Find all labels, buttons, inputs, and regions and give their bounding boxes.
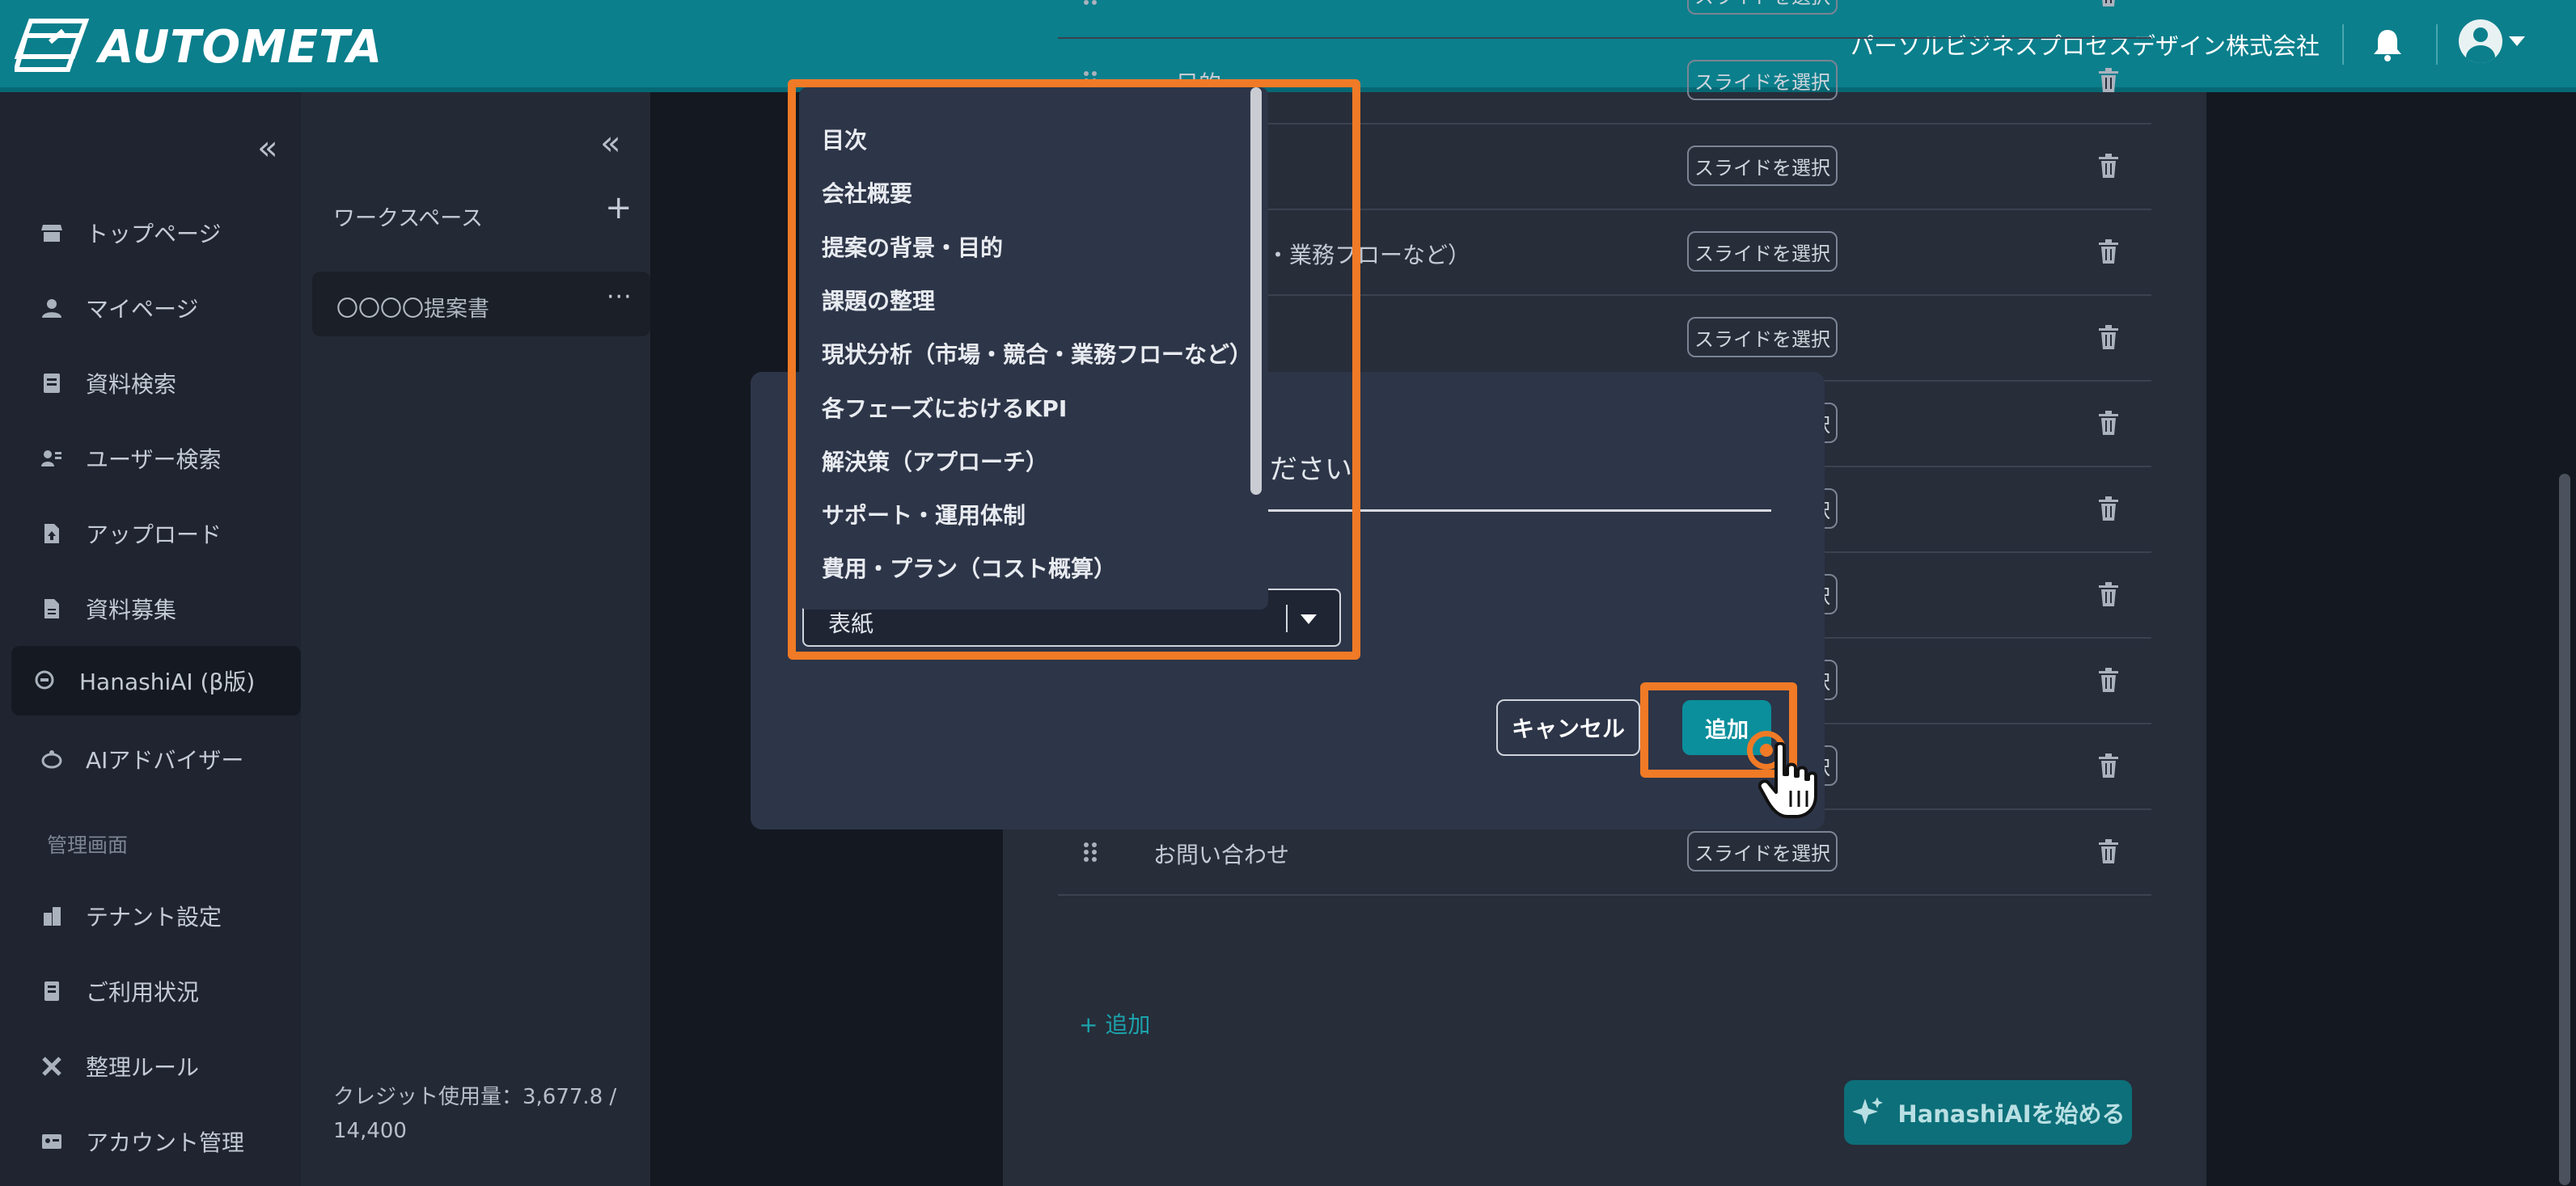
trash-icon[interactable]: [2098, 325, 2119, 349]
collapse-sidebar-icon[interactable]: «: [257, 128, 278, 167]
drag-handle-icon[interactable]: [1082, 0, 1098, 6]
select-slide-button[interactable]: スライドを選択: [1687, 231, 1838, 272]
page-scrollbar[interactable]: [2559, 474, 2570, 1185]
chevron-down-icon: [2509, 36, 2525, 46]
id-card-icon: [39, 1129, 65, 1154]
trash-icon[interactable]: [2098, 68, 2119, 92]
workspace-item-label: 〇〇〇〇提案書: [336, 297, 489, 322]
sidebar-item-document-search[interactable]: 資料検索: [11, 348, 301, 418]
account-menu-button[interactable]: [2459, 19, 2525, 63]
trash-icon[interactable]: [2098, 496, 2119, 521]
select-slide-button[interactable]: スライドを選択: [1687, 0, 1838, 15]
sidebar-item-document-request[interactable]: 資料募集: [11, 574, 301, 644]
trash-icon[interactable]: [2098, 411, 2119, 435]
select-slide-button[interactable]: スライドを選択: [1687, 146, 1838, 186]
admin-section-label: 管理画面: [47, 834, 129, 857]
sidebar-item-label: トップページ: [86, 221, 222, 247]
start-hanashiai-button[interactable]: HanashiAIを始める: [1844, 1080, 2132, 1145]
select-slide-button[interactable]: スライドを選択: [1687, 831, 1838, 872]
sidebar-item-label: HanashiAI (β版): [79, 669, 256, 695]
sidebar-item-usage[interactable]: ご利用状況: [11, 956, 301, 1026]
sidebar-item-upload[interactable]: アップロード: [11, 499, 301, 568]
sidebar-item-label: AIアドバイザー: [86, 747, 244, 774]
drag-handle-icon[interactable]: [1082, 841, 1098, 863]
sidebar-item-hanashiai[interactable]: HanashiAI (β版): [11, 646, 301, 715]
sidebar-item-label: 資料募集: [86, 597, 177, 623]
file-icon: [39, 596, 65, 622]
sidebar-item-user-search[interactable]: ユーザー検索: [11, 424, 301, 493]
sidebar-item-label: マイページ: [86, 296, 199, 323]
sidebar-item-label: アカウント管理: [86, 1129, 245, 1156]
upload-file-icon: [39, 521, 65, 547]
credit-usage: クレジット使用量：3,677.8 / 14,400: [333, 1085, 617, 1143]
autometa-logo-icon: [15, 19, 89, 72]
brand-name: AUTOMETA: [99, 20, 383, 74]
app-logo[interactable]: AUTOMETA: [15, 18, 383, 76]
sidebar-item-label: ユーザー検索: [86, 446, 222, 473]
user-search-icon: [39, 445, 65, 471]
document-search-icon: [39, 370, 65, 396]
trash-icon[interactable]: [2098, 753, 2119, 778]
cancel-button[interactable]: キャンセル: [1496, 699, 1640, 756]
slide-row-title: お問い合わせ: [1153, 842, 1290, 868]
workspace-panel: « ワークスペース + 〇〇〇〇提案書 ··· クレジット使用量：3,677.8…: [301, 92, 650, 1186]
trash-icon[interactable]: [2098, 582, 2119, 606]
sidebar-item-top[interactable]: トップページ: [11, 198, 301, 268]
sparkle-icon: [1852, 1097, 1884, 1125]
advisor-icon: [39, 746, 65, 772]
building-icon: [39, 903, 65, 929]
sidebar-item-label: ご利用状況: [86, 979, 200, 1006]
sidebar-item-ai-advisor[interactable]: AIアドバイザー: [11, 724, 301, 794]
slide-row: スライドを選択: [1058, 0, 2151, 39]
more-options-icon[interactable]: ···: [607, 283, 632, 311]
person-icon: [39, 295, 65, 321]
collapse-workspace-icon[interactable]: «: [600, 123, 621, 162]
tools-icon: [39, 1053, 65, 1079]
workspace-item[interactable]: 〇〇〇〇提案書 ···: [312, 272, 650, 336]
sidebar-item-account[interactable]: アカウント管理: [11, 1107, 301, 1176]
dropdown-highlight-box: [788, 79, 1360, 660]
trash-icon[interactable]: [2098, 154, 2119, 178]
start-hanashiai-label: HanashiAIを始める: [1897, 1100, 2126, 1128]
avatar-icon: [2459, 19, 2502, 63]
select-slide-button[interactable]: スライドを選択: [1687, 60, 1838, 100]
trash-icon[interactable]: [2098, 239, 2119, 264]
sidebar-item-mypage[interactable]: マイページ: [11, 273, 301, 343]
sidebar-item-label: アップロード: [86, 521, 222, 548]
sidebar-item-label: 資料検索: [86, 371, 177, 398]
header-divider: [2342, 24, 2344, 65]
notification-bell-icon[interactable]: [2370, 27, 2405, 62]
sidebar-item-label: 整理ルール: [86, 1054, 200, 1081]
trash-icon[interactable]: [2098, 0, 2119, 6]
sidebar-item-label: テナント設定: [86, 904, 222, 931]
hand-pointer-icon: [1758, 742, 1817, 818]
usage-icon: [39, 978, 65, 1004]
chat-icon: [32, 668, 58, 694]
add-workspace-button[interactable]: +: [605, 189, 632, 226]
add-slide-button[interactable]: + 追加: [1079, 1007, 1150, 1040]
sidebar-item-rules[interactable]: 整理ルール: [11, 1032, 301, 1101]
workspace-title: ワークスペース: [333, 206, 483, 231]
trash-icon[interactable]: [2098, 668, 2119, 692]
select-slide-button[interactable]: スライドを選択: [1687, 317, 1838, 357]
store-icon: [39, 220, 65, 246]
sidebar-item-tenant-settings[interactable]: テナント設定: [11, 881, 301, 951]
trash-icon[interactable]: [2098, 839, 2119, 863]
header-divider: [2436, 24, 2438, 65]
